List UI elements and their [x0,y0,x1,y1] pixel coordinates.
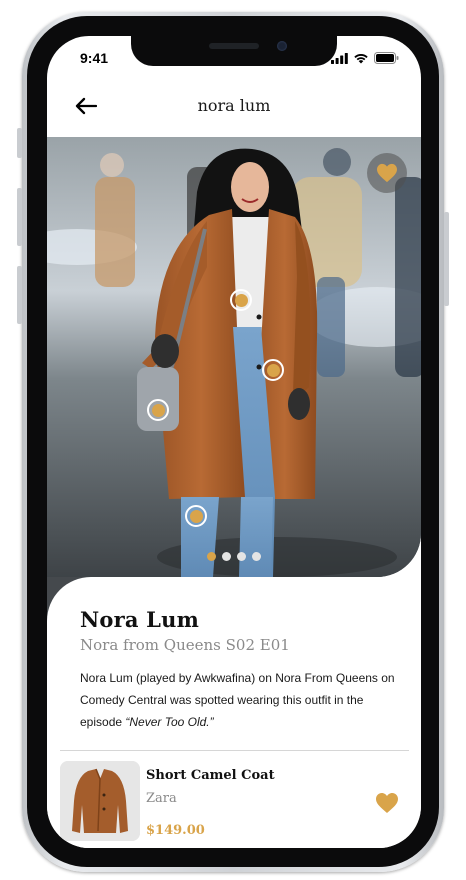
episode-quote: “Never Too Old.” [125,715,214,729]
status-time: 9:41 [80,50,109,66]
app-header: nora lum [47,86,421,126]
battery-icon [374,52,399,64]
hotspot-coat[interactable] [262,359,284,381]
carousel-dot-2[interactable] [222,552,231,561]
speaker-grille [209,43,259,49]
status-icons [331,52,399,64]
power-button [444,212,449,306]
product-image [60,761,140,841]
outfit-photo[interactable] [47,137,421,577]
carousel-dot-3[interactable] [237,552,246,561]
carousel-dot-4[interactable] [252,552,261,561]
volume-up-button [17,188,22,246]
page-title: nora lum [197,96,271,115]
product-favorite-button[interactable] [375,792,401,816]
app-screen: 9:41 nora lum Nora Lum Nora from Queens … [47,36,421,848]
notch [131,36,337,66]
hotspot-dot [151,403,165,417]
heart-icon [376,793,398,813]
hotspot-dot [189,509,203,523]
product-brand: Zara [146,791,177,806]
hotspot-jeans[interactable] [185,505,207,527]
coat-thumbnail [60,761,140,841]
hotspot-sweater[interactable] [230,289,252,311]
save-look-button[interactable] [367,153,407,193]
outfit-description: Nora Lum (played by Awkwafina) on Nora F… [80,667,400,733]
product-name: Short Camel Coat [146,768,275,783]
info-card: Nora Lum Nora from Queens S02 E01 Nora L… [47,577,421,848]
product-price: $149.00 [146,823,205,838]
volume-down-button [17,266,22,324]
front-camera [277,41,287,51]
carousel-dot-1[interactable] [207,552,216,561]
episode-subtitle: Nora from Queens S02 E01 [80,636,290,654]
heart-icon [377,163,397,183]
divider [60,750,409,751]
hotspot-dot [234,293,248,307]
outfit-photo-illustration [47,137,421,577]
carousel-indicator [207,552,261,561]
person-name: Nora Lum [80,607,200,632]
hotspot-bag[interactable] [147,399,169,421]
mute-switch [17,128,22,158]
hotspot-dot [266,363,280,377]
product-card[interactable]: Short Camel Coat Zara $149.00 [60,761,409,848]
wifi-icon [354,53,368,64]
